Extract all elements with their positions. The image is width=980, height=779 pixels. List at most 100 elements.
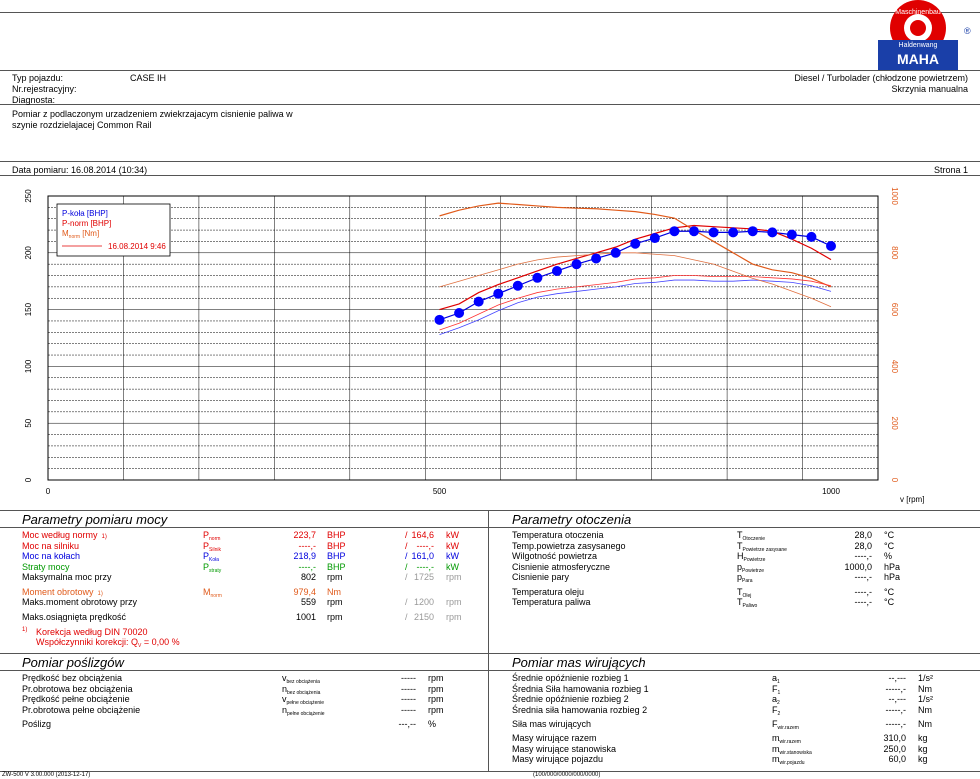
param-label: Moc na silniku <box>22 540 80 551</box>
param-value: ----,- <box>298 561 317 572</box>
data-point <box>767 227 778 238</box>
inertia-label: Masy wirujące razem <box>512 733 597 743</box>
param-label: Straty mocy <box>22 561 70 572</box>
data-point <box>532 272 543 283</box>
param-value-kw: 1200 <box>413 597 434 607</box>
x-axis-tick: 500 <box>433 487 447 496</box>
right-axis-tick: 1000 <box>890 187 899 205</box>
param-value: 223,7 <box>293 530 316 540</box>
param-separator: / <box>405 572 408 582</box>
inertia-label: Średnie opóźnienie rozbieg 1 <box>512 673 629 683</box>
x-axis-tick: 0 <box>46 487 51 496</box>
measurement-description: Pomiar z podlaczonym urzadzeniem zwiekrz… <box>12 109 293 130</box>
ambient-value: ----,- <box>854 597 873 607</box>
data-point <box>728 227 739 238</box>
param-unit-kw: rpm <box>446 572 462 582</box>
parameter-symbol: TPaliwo <box>737 597 758 609</box>
vehicle-type-label: Typ pojazdu: <box>12 73 64 83</box>
param-value: ----,- <box>298 540 317 551</box>
coast-unit: rpm <box>428 694 444 704</box>
ambient-label: Wilgotność powietrza <box>512 551 598 561</box>
ambient-value: ----,- <box>854 572 873 582</box>
ambient-unit: hPa <box>884 561 901 572</box>
data-point <box>493 288 504 299</box>
ambient-label: Temperatura oleju <box>512 586 585 597</box>
param-value: 559 <box>300 597 316 607</box>
parameter-symbol: pPara <box>737 572 753 584</box>
maha-logo: ® Maschinenbau Haldenwang MAHA <box>872 0 980 72</box>
legend-item: P-norm [BHP] <box>62 219 111 228</box>
param-unit-kw: rpm <box>446 611 462 622</box>
header-divider <box>0 104 980 105</box>
coast-value: ----- <box>401 694 416 704</box>
inertia-label: Średnia Siła hamowania rozbieg 1 <box>512 683 649 694</box>
ambient-unit: °C <box>884 530 895 540</box>
param-separator: / <box>405 540 408 551</box>
param-value-kw: 1725 <box>413 572 434 582</box>
left-axis-tick: 250 <box>24 189 33 203</box>
data-point <box>708 227 719 238</box>
coast-title: Pomiar poślizgów <box>22 655 124 670</box>
section-underline <box>488 670 980 671</box>
ambient-value: ----,- <box>854 551 873 561</box>
data-point <box>591 253 602 264</box>
inertia-value: --,--- <box>888 673 907 683</box>
section-underline <box>0 527 488 528</box>
param-label: Maksymalna moc przy <box>22 572 112 582</box>
param-value-kw: 161,0 <box>411 551 434 561</box>
top-border <box>0 12 980 13</box>
left-axis-tick: 100 <box>24 359 33 373</box>
data-point <box>434 314 445 325</box>
param-unit-kw: kW <box>446 530 459 540</box>
coast-label: Pr.obrotowa bez obciążenia <box>22 683 133 694</box>
param-separator: / <box>405 597 408 607</box>
param-value-kw: ----,- <box>416 540 435 551</box>
page-number: Strona 1 <box>933 165 968 175</box>
footnote-text: Współczynniki korekcji: QV = 0,00 % <box>36 636 180 649</box>
param-label: Maks.moment obrotowy przy <box>22 597 138 607</box>
param-unit-kw: rpm <box>446 597 462 607</box>
right-axis-tick: 200 <box>890 417 899 431</box>
inertia-label: Siła mas wirujących <box>512 719 592 729</box>
coast-unit: rpm <box>428 673 444 683</box>
coast-unit: rpm <box>428 704 444 715</box>
param-separator: / <box>405 551 408 561</box>
inertia-unit: 1/s² <box>918 694 934 704</box>
left-axis-tick: 0 <box>24 477 33 482</box>
footnote-text: Korekcja według DIN 70020 <box>36 626 148 637</box>
param-unit: BHP <box>327 551 346 561</box>
inertia-value: --,--- <box>888 694 907 704</box>
parameter-symbol: Mnorm <box>203 586 222 599</box>
footer-divider <box>0 771 980 772</box>
param-unit: BHP <box>327 561 346 572</box>
data-point <box>747 226 758 237</box>
inertia-unit: Nm <box>918 704 932 715</box>
coast-value: ----- <box>401 704 416 715</box>
right-axis-tick: 800 <box>890 246 899 260</box>
param-separator: / <box>405 561 408 572</box>
coast-unit: % <box>428 719 437 729</box>
param-unit: Nm <box>327 586 341 597</box>
inertia-unit: kg <box>918 754 928 764</box>
param-value: 802 <box>300 572 316 582</box>
header-divider <box>0 161 980 162</box>
param-label: Moc według normy 1) <box>22 530 107 540</box>
param-unit-kw: kW <box>446 540 459 551</box>
left-axis-tick: 150 <box>24 302 33 316</box>
data-point <box>806 231 817 242</box>
inertia-unit: Nm <box>918 719 932 729</box>
coast-label: Prędkość pełne obciążenie <box>22 694 130 704</box>
param-unit: rpm <box>327 611 343 622</box>
data-point <box>512 280 523 291</box>
left-axis-tick: 50 <box>24 418 33 427</box>
ambient-label: Temperatura paliwa <box>512 597 591 607</box>
power-params-title: Parametry pomiaru mocy <box>22 512 168 527</box>
plot-frame <box>47 195 879 481</box>
chart-legend: P-koła [BHP]P-norm [BHP]Mnorm [Nm]16.08.… <box>56 203 171 257</box>
inertia-value: -----,- <box>885 704 906 715</box>
header-divider <box>0 70 980 71</box>
param-unit: rpm <box>327 572 343 582</box>
param-value: 218,9 <box>293 551 316 561</box>
ambient-unit: °C <box>884 586 895 597</box>
coast-label: Prędkość bez obciążenia <box>22 673 123 683</box>
